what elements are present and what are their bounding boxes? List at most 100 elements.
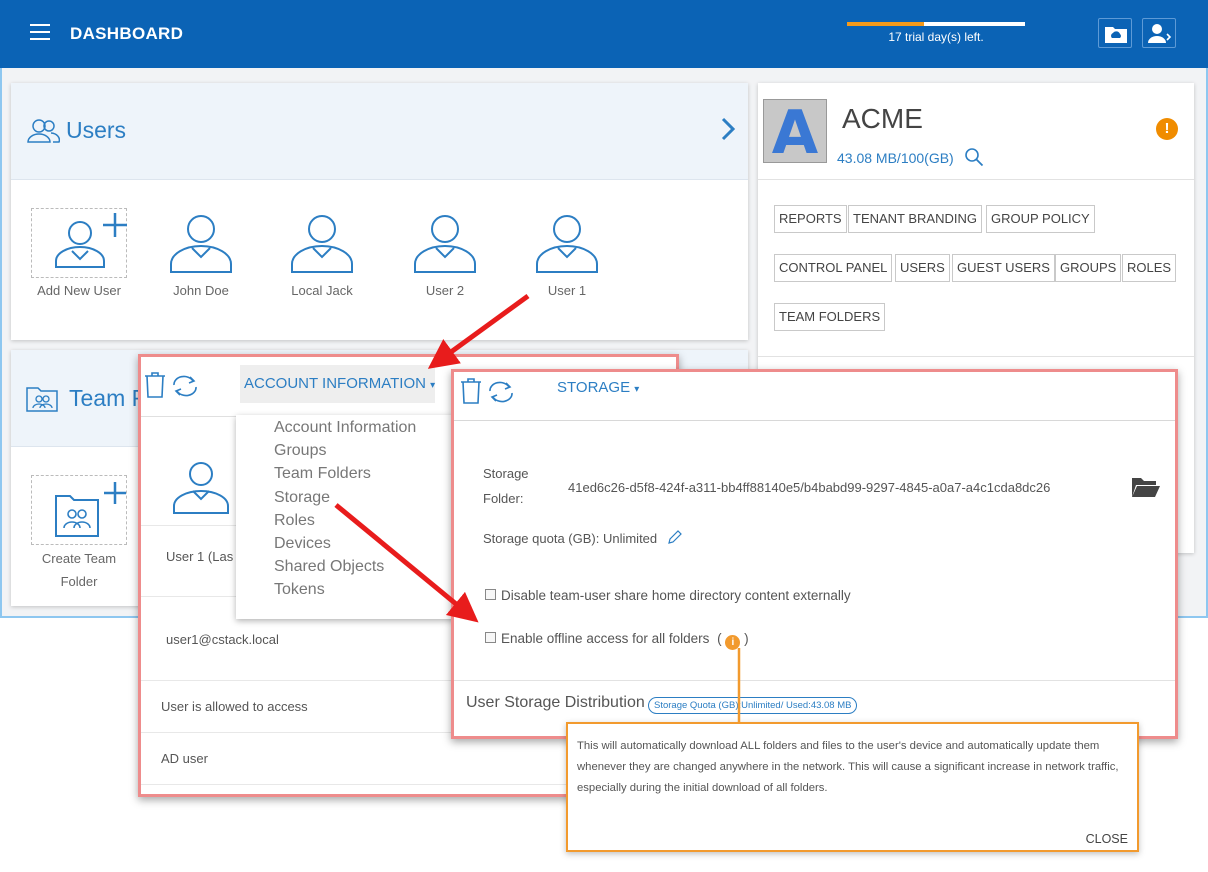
tooltip-close-button[interactable]: CLOSE	[1086, 832, 1128, 846]
tile-label: Local Jack	[291, 283, 353, 298]
storage-quota-badge: Storage Quota (GB):Unlimited/ Used:43.08…	[648, 697, 858, 714]
menu-icon[interactable]	[30, 24, 50, 42]
storage-toolbar: STORAGE ▾	[454, 372, 1175, 421]
tag-roles[interactable]: ROLES	[1122, 254, 1177, 282]
menu-item-groups[interactable]: Groups	[274, 442, 326, 460]
user-tile-john-doe[interactable]: John Doe	[146, 210, 256, 298]
tag-control-panel[interactable]: CONTROL PANEL	[774, 254, 893, 282]
users-card-title: Users	[66, 117, 127, 143]
create-team-folder-tile[interactable]: Create Team Folder	[24, 475, 134, 589]
info-icon[interactable]: i	[725, 635, 741, 650]
storage-quota: Storage quota (GB): Unlimited	[483, 529, 683, 546]
storage-folder-label: Storage	[483, 466, 529, 481]
pencil-icon[interactable]	[667, 529, 683, 545]
tile-label-line1: Create Team	[41, 551, 117, 566]
disable-share-label: Disable team-user share home directory c…	[501, 588, 851, 603]
trial-text: 17 trial day(s) left.	[888, 30, 984, 44]
menu-item-account-information[interactable]: Account Information	[274, 419, 416, 437]
menu-item-devices[interactable]: Devices	[274, 535, 331, 553]
tile-label: User 1	[547, 283, 587, 298]
create-team-folder-box	[31, 475, 127, 545]
trash-icon[interactable]	[143, 371, 167, 399]
account-menu-label: ACCOUNT INFORMATION	[244, 375, 426, 392]
user-icon	[536, 215, 598, 273]
caret-down-icon: ▾	[634, 384, 640, 395]
user-tile-user-1[interactable]: User 1	[512, 210, 622, 298]
menu-item-roles[interactable]: Roles	[274, 512, 315, 530]
user-account-button[interactable]	[1142, 18, 1176, 48]
tag-reports[interactable]: REPORTS	[774, 205, 847, 233]
trial-progress-fill	[847, 22, 924, 26]
account-information-menu[interactable]: ACCOUNT INFORMATION ▾	[240, 365, 435, 403]
user-avatar-icon	[173, 462, 229, 514]
user-tile-local-jack[interactable]: Local Jack	[267, 210, 377, 298]
ad-user-text: AD user	[161, 751, 208, 766]
storage-distribution-title: User Storage Distribution	[466, 694, 645, 711]
user-icon	[414, 215, 476, 273]
tag-tenant-branding[interactable]: TENANT BRANDING	[848, 205, 982, 233]
disable-share-checkbox[interactable]	[485, 589, 496, 600]
team-folders-title: Team F	[69, 385, 146, 411]
storage-quota-text: Storage quota (GB): Unlimited	[483, 531, 658, 546]
tag-guest-users[interactable]: GUEST USERS	[952, 254, 1055, 282]
menu-item-storage[interactable]: Storage	[274, 489, 330, 507]
tag-groups[interactable]: GROUPS	[1055, 254, 1122, 282]
search-icon[interactable]	[964, 147, 984, 167]
user-icon	[291, 215, 353, 273]
divider	[758, 179, 1194, 180]
tag-group-policy[interactable]: GROUP POLICY	[986, 205, 1095, 233]
access-text: User is allowed to access	[161, 699, 308, 714]
menu-item-team-folders[interactable]: Team Folders	[274, 465, 371, 483]
add-user-box	[31, 208, 127, 278]
tenant-quota: 43.08 MB/100(GB)	[837, 147, 984, 167]
offline-access-label-row: Enable offline access for all folders ( …	[501, 631, 749, 650]
tenant-logo: A	[763, 99, 827, 166]
divider	[758, 356, 1194, 357]
storage-menu[interactable]: STORAGE ▾	[557, 379, 639, 396]
users-card: Users Add New User John Doe Local Jack U…	[11, 83, 748, 340]
add-new-user-tile[interactable]: Add New User	[24, 208, 134, 298]
cloud-folder-icon	[1105, 27, 1127, 43]
user-email: user1@cstack.local	[166, 632, 279, 647]
offline-access-checkbox[interactable]	[485, 632, 496, 643]
users-icon	[27, 119, 60, 143]
page-title: DASHBOARD	[70, 24, 184, 43]
trash-icon[interactable]	[459, 377, 483, 405]
offline-access-tooltip: This will automatically download ALL fol…	[566, 722, 1139, 852]
refresh-icon[interactable]	[485, 380, 517, 404]
tile-label: Add New User	[37, 283, 121, 298]
tag-team-folders[interactable]: TEAM FOLDERS	[774, 303, 886, 331]
trial-progress-bar	[847, 22, 1025, 26]
tile-label: User 2	[425, 283, 465, 298]
folder-open-icon[interactable]	[1131, 476, 1161, 498]
menu-item-tokens[interactable]: Tokens	[274, 581, 325, 599]
cloud-folder-button[interactable]	[1098, 18, 1132, 48]
team-folder-icon	[26, 387, 58, 412]
users-card-header[interactable]: Users	[11, 83, 748, 180]
top-bar: DASHBOARD 17 trial day(s) left.	[0, 0, 1208, 68]
storage-folder-label-2: Folder:	[483, 491, 524, 506]
storage-folder-path: 41ed6c26-d5f8-424f-a311-bb4ff88140e5/b4b…	[568, 480, 1051, 495]
account-dropdown-menu: Account Information Groups Team Folders …	[236, 415, 458, 619]
user-icon	[170, 215, 232, 273]
caret-down-icon: ▾	[430, 380, 436, 391]
user-menu-icon	[1148, 24, 1172, 43]
refresh-icon[interactable]	[169, 374, 201, 398]
menu-item-shared-objects[interactable]: Shared Objects	[274, 558, 384, 576]
warning-icon[interactable]: !	[1156, 118, 1178, 140]
add-user-icon	[55, 213, 127, 268]
offline-access-label: Enable offline access for all folders	[501, 631, 710, 646]
tag-users[interactable]: USERS	[895, 254, 950, 282]
storage-menu-label: STORAGE	[557, 379, 631, 396]
chevron-right-icon[interactable]	[720, 117, 736, 141]
paren-open: (	[717, 631, 722, 646]
storage-dialog: STORAGE ▾ Storage Folder: 41ed6c26-d5f8-…	[451, 369, 1178, 739]
tenant-quota-text: 43.08 MB/100(GB)	[837, 150, 954, 166]
tooltip-text: This will automatically download ALL fol…	[577, 740, 1119, 794]
tenant-name: ACME	[842, 103, 923, 134]
tile-label-line2: Folder	[60, 574, 98, 589]
user-name: User 1 (Las	[166, 549, 234, 564]
divider	[454, 680, 1175, 681]
user-tile-user-2[interactable]: User 2	[390, 210, 500, 298]
paren-close: )	[744, 631, 749, 646]
